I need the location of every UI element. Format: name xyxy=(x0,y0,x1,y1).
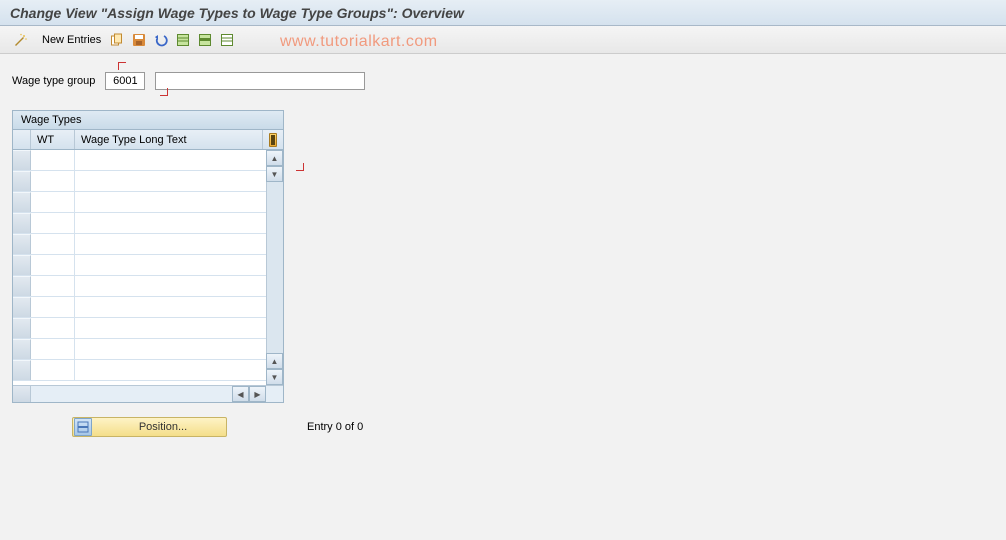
table-row[interactable] xyxy=(13,255,266,276)
scroll-up-icon[interactable]: ▲ xyxy=(266,150,283,166)
crop-mark-icon xyxy=(118,62,126,70)
table-row[interactable] xyxy=(13,171,266,192)
position-button-label: Position... xyxy=(100,421,226,433)
new-entries-label: New Entries xyxy=(42,34,101,46)
position-icon xyxy=(74,418,92,436)
title-bar: Change View "Assign Wage Types to Wage T… xyxy=(0,0,1006,26)
deselect-all-icon[interactable] xyxy=(219,32,235,48)
scroll-right-icon[interactable]: ▶ xyxy=(249,386,266,402)
table-row[interactable] xyxy=(13,297,266,318)
table-row[interactable] xyxy=(13,276,266,297)
vertical-scrollbar[interactable]: ▲ ▼ ▲ ▼ xyxy=(266,150,283,385)
table-body xyxy=(13,150,266,385)
table-row[interactable] xyxy=(13,213,266,234)
table-row[interactable] xyxy=(13,360,266,381)
scroll-up-icon[interactable]: ▲ xyxy=(266,353,283,369)
app-toolbar: New Entries xyxy=(0,26,1006,54)
column-header-wt[interactable]: WT xyxy=(31,130,75,149)
wand-icon xyxy=(12,32,28,48)
wage-type-group-row: Wage type group xyxy=(12,72,994,90)
column-header-text[interactable]: Wage Type Long Text xyxy=(75,130,263,149)
new-entries-button[interactable]: New Entries xyxy=(38,32,105,48)
watermark-text: www.tutorialkart.com xyxy=(280,33,438,51)
select-all-icon[interactable] xyxy=(175,32,191,48)
table-row[interactable] xyxy=(13,339,266,360)
wage-type-group-input[interactable] xyxy=(105,72,145,90)
table-row[interactable] xyxy=(13,192,266,213)
table-settings-icon xyxy=(269,133,277,147)
scroll-left-icon[interactable]: ◀ xyxy=(232,386,249,402)
horizontal-scrollbar[interactable]: ◀ ▶ xyxy=(13,385,283,402)
wage-type-group-label: Wage type group xyxy=(12,75,95,87)
page-title: Change View "Assign Wage Types to Wage T… xyxy=(10,5,464,21)
table-header: WT Wage Type Long Text xyxy=(13,130,283,150)
scroll-down-icon[interactable]: ▼ xyxy=(266,369,283,385)
table-row[interactable] xyxy=(13,318,266,339)
position-button[interactable]: Position... xyxy=(72,417,227,437)
table-row[interactable] xyxy=(13,150,266,171)
other-view-button[interactable] xyxy=(8,30,34,50)
table-row[interactable] xyxy=(13,234,266,255)
save-icon[interactable] xyxy=(131,32,147,48)
entry-count: Entry 0 of 0 xyxy=(307,421,363,433)
column-selector[interactable] xyxy=(13,130,31,149)
wage-types-panel: Wage Types WT Wage Type Long Text xyxy=(12,110,284,403)
copy-as-icon[interactable] xyxy=(109,32,125,48)
select-block-icon[interactable] xyxy=(197,32,213,48)
scroll-track[interactable] xyxy=(266,182,283,353)
panel-title: Wage Types xyxy=(13,111,283,130)
crop-mark-icon xyxy=(296,163,304,171)
scroll-down-icon[interactable]: ▼ xyxy=(266,166,283,182)
table-settings-button[interactable] xyxy=(263,130,283,149)
wage-type-group-desc-input[interactable] xyxy=(155,72,365,90)
undo-icon[interactable] xyxy=(153,32,169,48)
crop-mark-icon xyxy=(160,88,168,96)
